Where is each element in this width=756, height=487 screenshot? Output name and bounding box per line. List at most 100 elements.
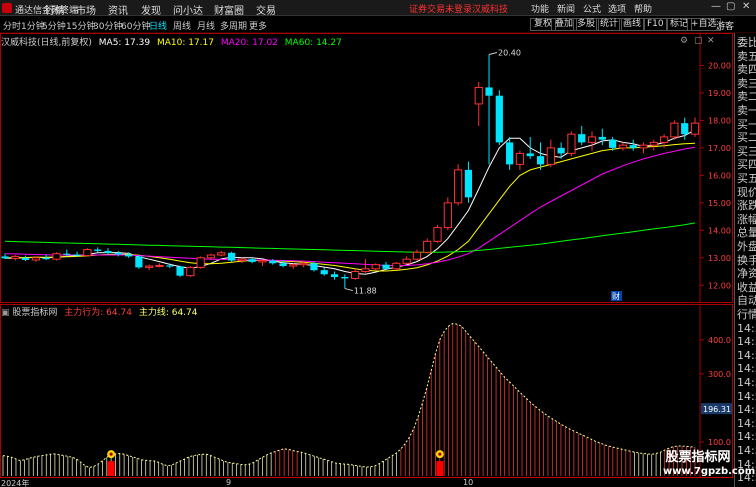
period-tab-9[interactable]: 多周期 <box>220 19 247 32</box>
menu-item-6[interactable]: 交易 <box>256 2 276 17</box>
period-tab-2[interactable]: 5分钟 <box>42 19 66 32</box>
side-panel-item-13: 涨幅 <box>737 212 756 226</box>
app-logo-icon <box>2 3 12 13</box>
candle-body-up <box>567 133 576 154</box>
side-panel-item-28: 14:5 <box>737 416 756 430</box>
candle-body-down <box>1 256 9 259</box>
login-status-link[interactable]: 证券交易未登录 <box>409 2 472 15</box>
side-panel-item-10: 买五 <box>737 172 756 185</box>
candle-body-up <box>433 227 442 242</box>
finance-marker[interactable]: 财 <box>611 291 622 301</box>
candle <box>506 136 514 170</box>
right-menu-item-4[interactable]: 帮助 <box>634 2 652 15</box>
candle <box>361 259 370 273</box>
quote-side-panel[interactable]: 委比 卖五 卖四 卖三 卖二 卖一 买一 买二 买三 买四 买五 现价 涨跌 涨幅 总量 外盘 换手 净资 收益 自动… <box>734 33 756 487</box>
y-tick-label: 20.00 <box>708 61 731 70</box>
candle-body-up <box>145 265 154 268</box>
right-menu-item-0[interactable]: 功能 <box>531 2 549 15</box>
period-tab-8[interactable]: 月线 <box>197 19 215 32</box>
candle <box>495 90 503 146</box>
candle-body-up <box>196 257 205 268</box>
period-tab-3[interactable]: 15分钟 <box>66 19 95 32</box>
menu-item-5[interactable]: 财富圈 <box>214 2 244 17</box>
indicator-chart: 400.0300.0200.0100.0196.31 <box>0 304 733 478</box>
side-panel-item-3: 卖三 <box>737 76 756 90</box>
indicator-line1-label: 主力行为: 64.74 <box>64 308 132 318</box>
signal-marker <box>107 450 116 476</box>
indicator-chart-panel[interactable]: 400.0300.0200.0100.0196.31 ▣ 股票指标网 主力行为:… <box>0 304 733 478</box>
right-menu-item-2[interactable]: 公式 <box>583 2 601 15</box>
date-axis: 2024年 9 10 <box>0 477 733 487</box>
menu-item-4[interactable]: 问小达 <box>173 2 203 17</box>
close-panel-icon[interactable]: ✕ <box>707 36 715 46</box>
candle-body-down <box>248 259 256 262</box>
side-panel-item-22: 14:5 <box>737 335 756 349</box>
candle <box>176 265 184 278</box>
ind-y-tick-label: 400.0 <box>708 336 731 345</box>
high-annotation-line <box>488 51 498 55</box>
candle <box>557 142 565 159</box>
ma20-label: MA20: 17.02 <box>220 38 278 48</box>
y-tick-label: 12.00 <box>708 281 731 290</box>
tool-button-5[interactable]: F10 <box>643 18 668 31</box>
indicator-name[interactable]: 股票指标网 <box>12 308 57 318</box>
candle-body-down <box>382 264 390 269</box>
side-panel-item-27: 14:5 <box>737 403 756 417</box>
candle-body-down <box>114 252 122 255</box>
side-panel-item-5: 卖一 <box>737 104 756 117</box>
candle <box>83 248 92 257</box>
toggle-panel-icon[interactable]: ▢ <box>694 36 703 46</box>
candle-body-up <box>52 253 61 260</box>
period-tab-7[interactable]: 周线 <box>173 19 191 32</box>
candle-body-down <box>485 87 493 96</box>
side-panel-item-26: 14:5 <box>737 389 756 403</box>
ind-y-tick-label: 100.0 <box>708 438 731 447</box>
indicator-menu-icon[interactable]: ▣ <box>1 308 10 318</box>
side-panel-item-23: 14:5 <box>737 348 756 362</box>
ma-line-MA60 <box>4 222 696 253</box>
candle-body-up <box>361 268 370 273</box>
menu-item-0[interactable]: 行情 <box>45 2 65 17</box>
side-panel-item-30: 14:5 <box>737 444 756 457</box>
right-menu-item-1[interactable]: 新闻 <box>557 2 575 15</box>
candle <box>237 257 246 264</box>
side-panel-item-11: 现价 <box>737 185 756 199</box>
side-panel-item-17: 净资 <box>737 267 756 281</box>
candle <box>443 197 452 231</box>
period-tab-10[interactable]: 更多 <box>249 19 267 32</box>
candle <box>423 238 432 254</box>
period-tab-0[interactable]: 分时 <box>3 19 21 32</box>
candle <box>546 139 555 168</box>
candle <box>670 120 679 140</box>
signal-bar <box>107 461 115 476</box>
menu-item-2[interactable]: 资讯 <box>108 2 128 17</box>
side-panel-item-2: 卖四 <box>737 63 756 77</box>
minimize-icon[interactable]: — <box>711 1 721 12</box>
settings-icon[interactable]: ⚙ <box>680 36 688 46</box>
candle-body-up <box>258 260 267 263</box>
candle-body-up <box>546 147 555 165</box>
main-price-chart[interactable]: 20.00 19.00 18.00 17.00 16.00 15.00 14.00 13.00… <box>0 33 733 303</box>
period-tab-4[interactable]: 30分钟 <box>93 19 122 32</box>
maximize-icon[interactable]: ▢ <box>726 1 735 12</box>
candle-body-up <box>186 266 195 277</box>
close-icon[interactable]: ✕ <box>742 1 750 12</box>
watermark: 股票指标网 www.7gpzb.com <box>663 449 755 478</box>
period-tab-5[interactable]: 60分钟 <box>121 19 150 32</box>
candle-body-up <box>289 264 298 267</box>
candle-body-up <box>371 264 380 270</box>
candle-body-up <box>155 264 164 267</box>
side-panel-item-18: 收益 <box>737 280 756 294</box>
menu-item-1[interactable]: 市场 <box>76 2 96 17</box>
y-tick-label: 18.00 <box>708 116 731 125</box>
menu-item-3[interactable]: 发现 <box>141 2 161 17</box>
right-menu-item-3[interactable]: 选项 <box>608 2 626 15</box>
user-button[interactable]: 游客 <box>716 19 734 32</box>
y-tick-label: 19.00 <box>708 89 731 98</box>
candle-body-down <box>526 153 534 157</box>
candle <box>464 161 473 203</box>
tool-button-4[interactable]: 画线 <box>619 18 646 31</box>
candle <box>248 257 256 264</box>
period-tab-6[interactable]: 日线 <box>149 19 167 32</box>
menu-bar: 通达信金融终端 行情 市场 资讯 发现 问小达 财富圈 交易 证券交易未登录 汉威科技 功能… <box>0 0 756 17</box>
